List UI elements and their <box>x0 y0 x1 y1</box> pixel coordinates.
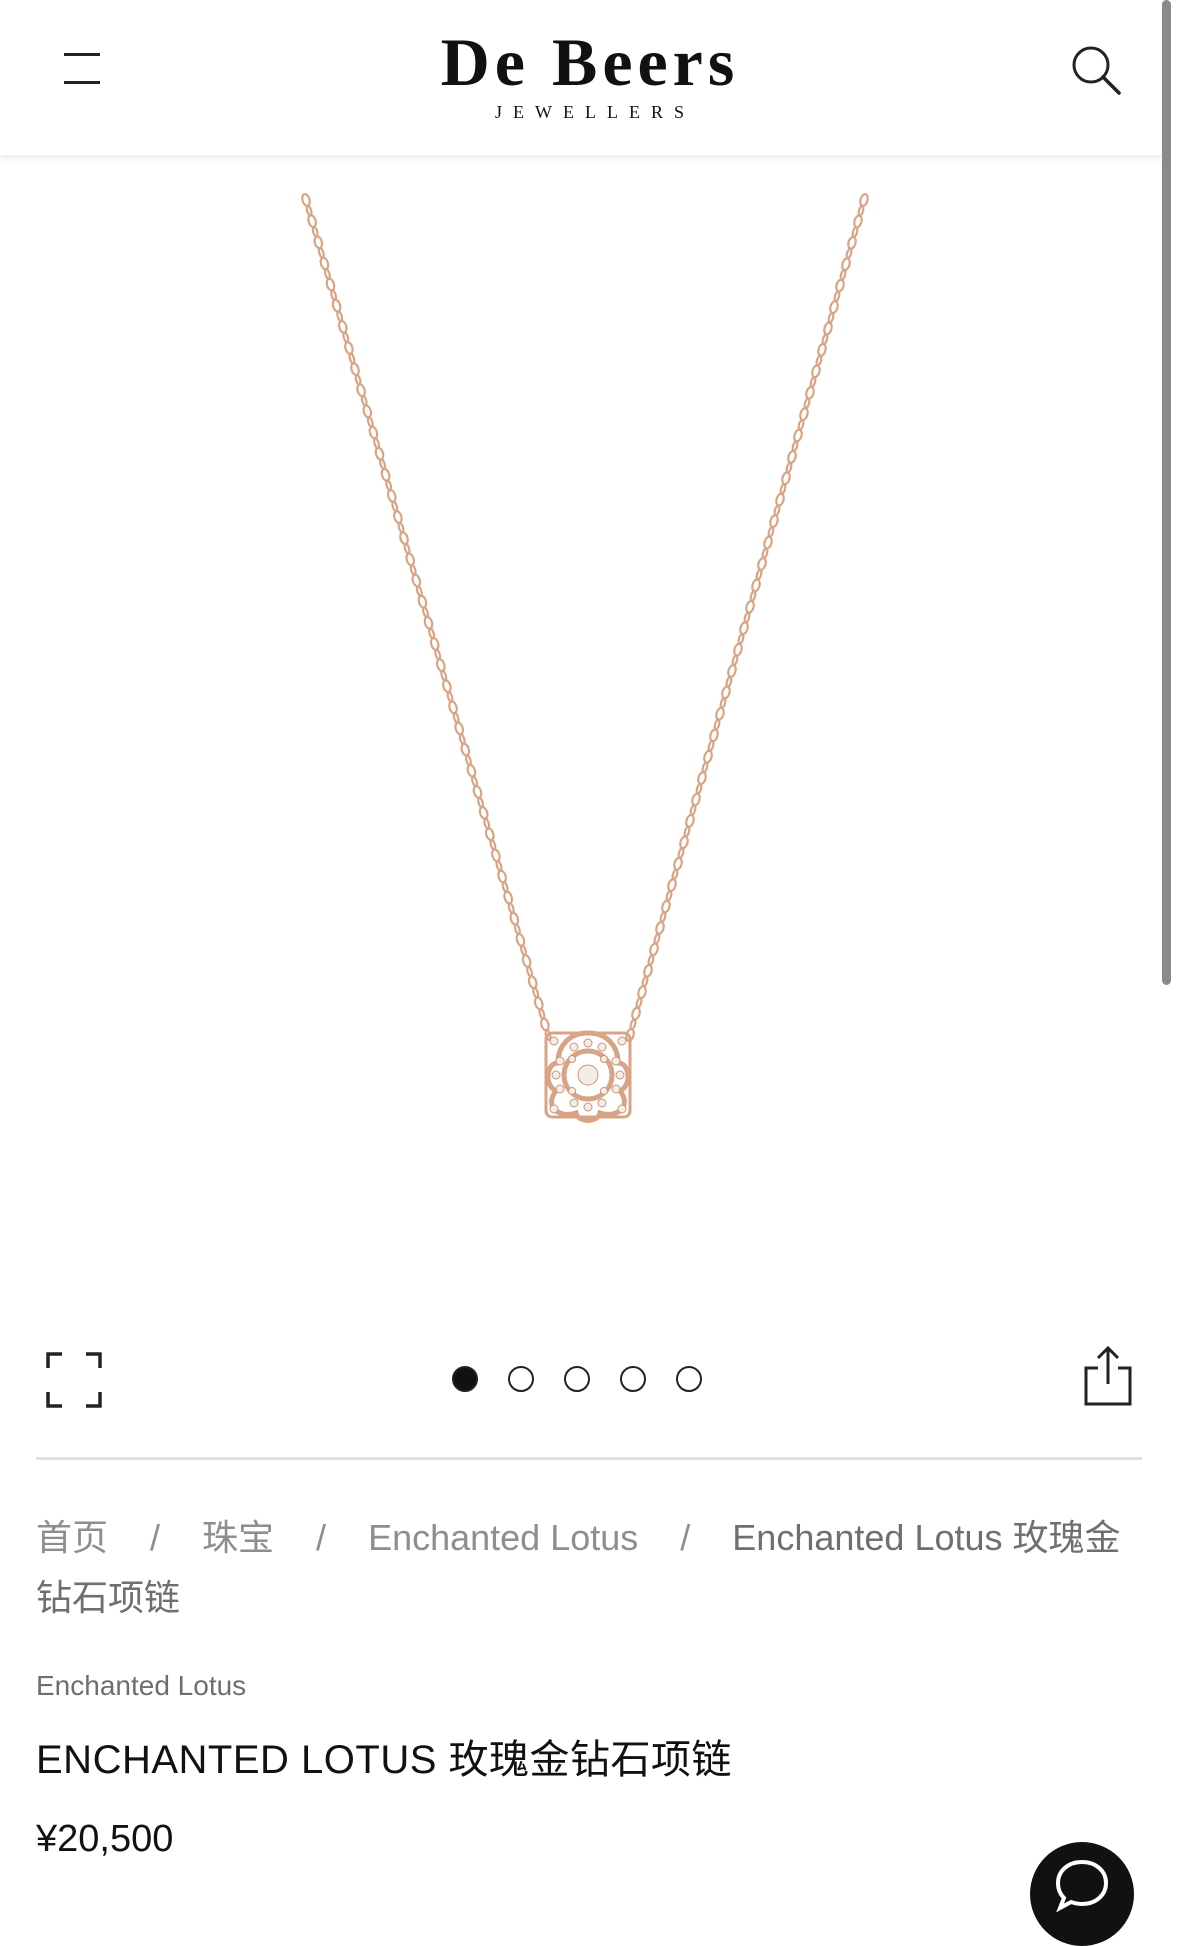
chat-button[interactable] <box>1030 1842 1134 1946</box>
gallery-dot[interactable] <box>508 1366 534 1392</box>
breadcrumb-jewellery[interactable]: 珠宝 <box>202 1517 274 1558</box>
brand-logo-tagline: JEWELLERS <box>495 102 695 122</box>
site-header: De Beers JEWELLERS <box>0 0 1164 155</box>
gallery-dot[interactable] <box>564 1366 590 1392</box>
product-image[interactable] <box>0 155 1164 1305</box>
product-price: ¥20,500 <box>36 1818 174 1860</box>
chat-icon <box>1055 1859 1109 1912</box>
breadcrumb-home[interactable]: 首页 <box>36 1517 108 1558</box>
product-title: ENCHANTED LOTUS 玫瑰金钻石项链 <box>36 1738 732 1782</box>
gallery-dot[interactable] <box>676 1366 702 1392</box>
breadcrumb-separator: / <box>680 1517 691 1558</box>
share-icon-svg <box>1084 1345 1132 1406</box>
necklace-chain-right <box>625 193 869 1042</box>
breadcrumb-separator: / <box>150 1517 161 1558</box>
breadcrumb-separator: / <box>316 1517 327 1558</box>
search-icon-svg <box>1072 46 1121 95</box>
menu-icon[interactable] <box>60 50 104 90</box>
share-icon[interactable] <box>1080 1344 1136 1408</box>
necklace-chain-left <box>301 193 552 1041</box>
breadcrumb-collection[interactable]: Enchanted Lotus <box>368 1517 638 1558</box>
expand-icon[interactable] <box>44 1350 104 1410</box>
lotus-pendant <box>544 1030 632 1123</box>
menu-icon-line <box>64 81 100 84</box>
section-divider <box>36 1457 1142 1460</box>
gallery-pagination <box>452 1366 702 1396</box>
search-icon[interactable] <box>1068 42 1126 100</box>
necklace-illustration <box>301 193 869 1123</box>
menu-icon-line <box>64 53 100 56</box>
expand-icon-svg <box>46 1352 102 1408</box>
brand-logo[interactable]: De Beers JEWELLERS <box>360 26 820 123</box>
gallery-dot[interactable] <box>620 1366 646 1392</box>
breadcrumb: 首页 / 珠宝 / Enchanted Lotus / Enchanted Lotus 玫瑰… <box>36 1508 1146 1628</box>
product-collection-link[interactable]: Enchanted Lotus <box>36 1670 246 1702</box>
brand-logo-name: De Beers <box>440 24 740 100</box>
gallery-dot[interactable] <box>452 1366 478 1392</box>
